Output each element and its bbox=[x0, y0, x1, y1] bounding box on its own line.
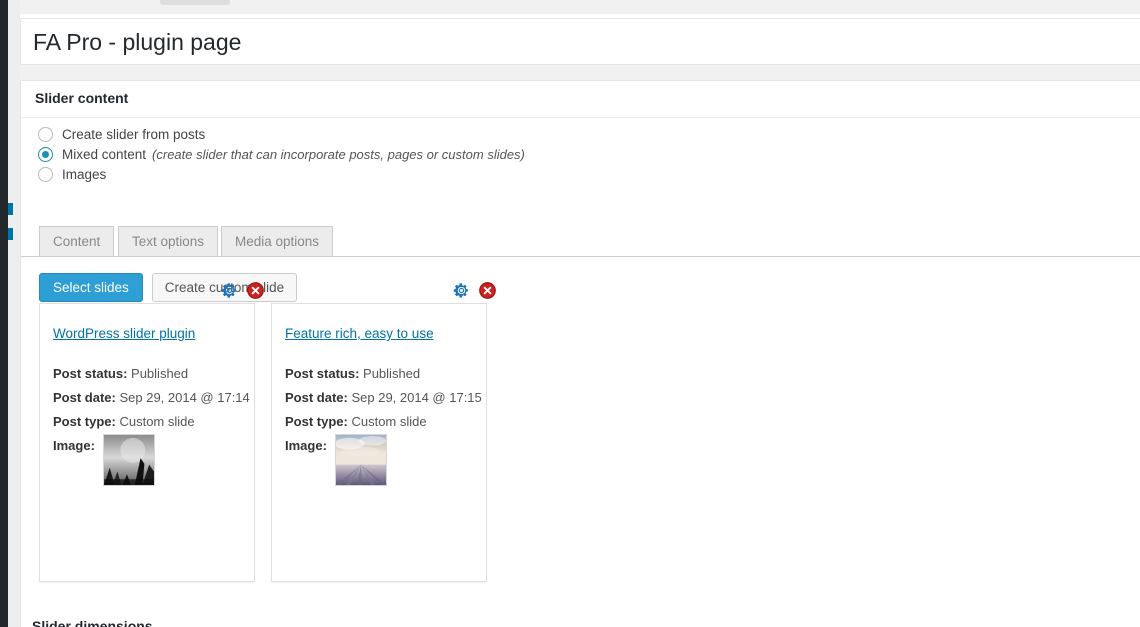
slide-thumbnail[interactable] bbox=[334, 434, 387, 486]
radio-label: Images bbox=[62, 166, 107, 182]
radio-hint: (create slider that can incorporate post… bbox=[152, 146, 525, 162]
gear-icon[interactable] bbox=[453, 282, 470, 299]
post-status-label: Post status: bbox=[53, 366, 128, 381]
post-status-label: Post status: bbox=[285, 366, 360, 381]
post-date-value: Sep 29, 2014 @ 17:14 bbox=[119, 390, 250, 405]
admin-menu-light-rail bbox=[8, 0, 20, 627]
radio-indicator[interactable] bbox=[38, 166, 53, 182]
nav-tab-stub[interactable] bbox=[160, 0, 230, 5]
radio-option-create-slider-from-posts[interactable]: Create slider from posts bbox=[38, 124, 525, 144]
post-date-label: Post date: bbox=[285, 390, 348, 405]
image-label: Image: bbox=[285, 438, 327, 453]
admin-menu-accent-marker-2[interactable] bbox=[8, 228, 13, 240]
slide-thumbnail[interactable] bbox=[102, 434, 155, 486]
slide-image-row: Image: bbox=[285, 434, 485, 486]
tab-media-options[interactable]: Media options bbox=[221, 226, 334, 256]
panel-title: Slider content bbox=[35, 90, 129, 106]
slide-card[interactable]: Feature rich, easy to use Post status: P… bbox=[271, 282, 496, 582]
tab-content[interactable]: Content bbox=[39, 226, 115, 256]
post-status-value: Published bbox=[363, 366, 421, 381]
post-status-value: Published bbox=[131, 366, 189, 381]
remove-icon[interactable] bbox=[247, 282, 264, 299]
title-panel-gap bbox=[20, 65, 1140, 80]
slide-post-date-row: Post date: Sep 29, 2014 @ 17:15 bbox=[285, 386, 485, 410]
admin-menu-accent-marker-1[interactable] bbox=[8, 203, 13, 215]
radio-indicator-selected[interactable] bbox=[38, 146, 53, 162]
post-type-label: Post type: bbox=[53, 414, 116, 429]
admin-menu-dark-rail bbox=[0, 0, 8, 627]
slide-card[interactable]: WordPress slider plugin Post status: Pub… bbox=[39, 282, 264, 582]
radio-option-mixed-content[interactable]: Mixed content (create slider that can in… bbox=[38, 144, 525, 164]
top-background-strip bbox=[20, 0, 1140, 14]
slide-card-icons bbox=[221, 282, 264, 299]
gear-icon[interactable] bbox=[221, 282, 238, 299]
bottom-section-heading: Slider dimensions bbox=[32, 618, 153, 627]
slide-card-icons bbox=[453, 282, 496, 299]
options-tab-bar: Content Text options Media options bbox=[21, 226, 1140, 257]
panel-header: Slider content bbox=[21, 81, 1140, 118]
radio-option-images[interactable]: Images bbox=[38, 164, 525, 184]
post-date-value: Sep 29, 2014 @ 17:15 bbox=[351, 390, 482, 405]
post-type-label: Post type: bbox=[285, 414, 348, 429]
radio-label: Mixed content bbox=[62, 146, 147, 162]
post-date-label: Post date: bbox=[53, 390, 116, 405]
radio-indicator[interactable] bbox=[38, 126, 53, 142]
slide-post-type-row: Post type: Custom slide bbox=[285, 410, 485, 434]
post-type-value: Custom slide bbox=[351, 414, 427, 429]
select-slides-button[interactable]: Select slides bbox=[39, 273, 143, 302]
page-title: FA Pro - plugin page bbox=[33, 29, 242, 55]
image-label: Image: bbox=[53, 438, 95, 453]
slide-post-status-row: Post status: Published bbox=[53, 362, 253, 386]
slide-post-date-row: Post date: Sep 29, 2014 @ 17:14 bbox=[53, 386, 253, 410]
tab-text-options[interactable]: Text options bbox=[118, 226, 219, 256]
slide-post-status-row: Post status: Published bbox=[285, 362, 485, 386]
slider-content-panel: Slider content Create slider from posts … bbox=[20, 80, 1140, 627]
slide-fields: Post status: Published Post date: Sep 29… bbox=[53, 362, 253, 486]
post-type-value: Custom slide bbox=[119, 414, 195, 429]
slide-title-link[interactable]: Feature rich, easy to use bbox=[285, 326, 434, 341]
slide-post-type-row: Post type: Custom slide bbox=[53, 410, 253, 434]
radio-label: Create slider from posts bbox=[62, 126, 206, 142]
remove-icon[interactable] bbox=[479, 282, 496, 299]
slide-fields: Post status: Published Post date: Sep 29… bbox=[285, 362, 485, 486]
slide-title-link[interactable]: WordPress slider plugin bbox=[53, 326, 195, 341]
slide-image-row: Image: bbox=[53, 434, 253, 486]
page-title-container: FA Pro - plugin page bbox=[20, 18, 1140, 65]
slider-content-radio-group: Create slider from posts Mixed content (… bbox=[38, 124, 525, 184]
